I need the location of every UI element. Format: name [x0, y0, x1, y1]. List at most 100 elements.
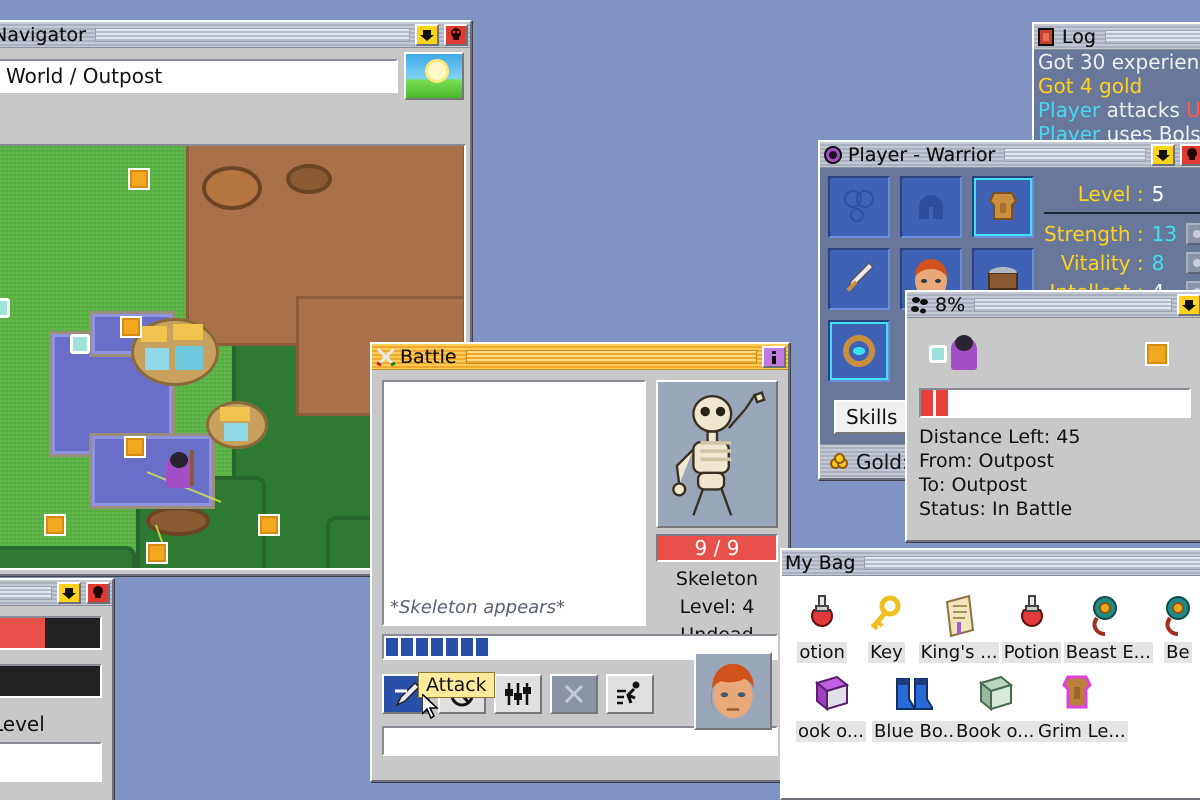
gold-label: Gold: [856, 449, 909, 474]
travel-titlebar[interactable]: 8% [907, 292, 1200, 318]
avatar-icon [823, 145, 843, 165]
helmet-slot[interactable] [900, 176, 962, 238]
map-village[interactable] [206, 401, 268, 449]
close-icon[interactable] [444, 23, 468, 46]
log-title: Log [1062, 25, 1096, 48]
travel-progress-bar [919, 388, 1191, 418]
map-coin-marker[interactable] [120, 316, 142, 338]
bag-item[interactable]: Key [854, 584, 918, 663]
minimize-icon[interactable] [415, 23, 439, 46]
ring-slot[interactable] [828, 320, 890, 382]
bag-item[interactable]: Potion [999, 584, 1063, 663]
map-stump [146, 506, 210, 536]
experience-bar [0, 664, 102, 698]
stats-input[interactable] [0, 742, 102, 782]
level-label: Level : [1077, 182, 1144, 206]
map-gem-marker[interactable] [70, 334, 90, 354]
increase-stat-button[interactable] [1185, 223, 1200, 245]
titlebar-filler [0, 585, 52, 600]
bag-item[interactable]: ook o... [790, 663, 872, 742]
village-roof [141, 326, 167, 342]
flee-button[interactable] [606, 674, 654, 714]
map-stump [286, 164, 332, 194]
close-icon[interactable] [1180, 143, 1200, 166]
travel-info-list: Distance Left: 45 From: Outpost To: Outpos… [919, 426, 1191, 520]
log-line: Got 4 gold [1034, 74, 1200, 98]
map-gem-marker[interactable] [0, 298, 10, 318]
map-coin-marker[interactable] [128, 168, 150, 190]
turn-segment [446, 638, 458, 656]
minimize-icon[interactable] [1151, 143, 1175, 166]
map-coin-marker[interactable] [44, 514, 66, 536]
avatar-staff [190, 450, 194, 486]
bag-item[interactable]: Blue Bo... [872, 663, 962, 742]
leather-armor-icon [1036, 663, 1118, 721]
map-coin-marker[interactable] [124, 436, 146, 458]
titlebar-filler [1004, 147, 1146, 162]
log-segment: Got 4 gold [1038, 74, 1143, 98]
blue-boots-icon [872, 663, 954, 721]
log-titlebar[interactable]: Log [1034, 24, 1200, 50]
enemy-sprite[interactable] [656, 380, 778, 528]
enemy-hp-bar: 9 / 9 [656, 534, 778, 562]
armor-slot[interactable] [972, 176, 1034, 238]
stats-titlebar[interactable] [0, 580, 112, 606]
potion-icon [999, 584, 1063, 642]
weapon-slot[interactable] [828, 248, 890, 310]
map-water [92, 436, 212, 506]
player-avatar-map[interactable] [166, 450, 194, 488]
minimize-icon[interactable] [1177, 293, 1200, 316]
titlebar-filler [1104, 29, 1200, 44]
daytime-preview-icon[interactable] [404, 52, 464, 100]
bag-item[interactable]: Grim Le... [1036, 663, 1128, 742]
mouse-cursor [422, 694, 439, 720]
bag-titlebar[interactable]: My Bag [782, 550, 1200, 576]
log-window: Log Got 30 experienceGot 4 goldPlayer at… [1032, 22, 1200, 146]
bag-row: ook o... Blue Bo... Book o... Grim Le... [790, 663, 1200, 742]
battle-titlebar[interactable]: Battle [372, 344, 788, 370]
minimize-icon[interactable] [57, 581, 81, 604]
log-segment: Got 30 experience [1038, 50, 1200, 74]
bag-item[interactable]: Book o... [954, 663, 1037, 742]
bag-item-label: Beast E... [1063, 642, 1153, 663]
address-input[interactable]: World / Outpost [0, 59, 398, 93]
gold-icon [830, 452, 850, 471]
map-forest [0, 546, 136, 568]
turn-segment [401, 638, 413, 656]
item-button[interactable] [494, 674, 542, 714]
enemy-panel: 9 / 9 Skeleton Level: 4 Undead [656, 380, 778, 646]
travel-title: 8% [935, 293, 966, 316]
purple-book-icon [790, 663, 872, 721]
turn-segment [416, 638, 428, 656]
stat-label: Vitality : [1060, 251, 1144, 275]
village-wall [175, 346, 203, 370]
travel-route-row [919, 328, 1191, 380]
travel-info-line: Distance Left: 45 [919, 426, 1081, 448]
bag-item[interactable]: Beast E... [1063, 584, 1153, 663]
player-portrait[interactable] [694, 652, 772, 730]
bag-item[interactable]: otion [790, 584, 854, 663]
player-titlebar[interactable]: Player - Warrior [820, 142, 1200, 168]
avatar-head [955, 335, 973, 351]
navigator-titlebar[interactable]: Navigator [0, 22, 470, 48]
player-stats-window: ext Level [0, 578, 114, 800]
map-coin-marker[interactable] [146, 542, 168, 564]
potion-icon [790, 584, 854, 642]
close-icon[interactable] [86, 581, 110, 604]
map-stump [202, 166, 262, 210]
bag-item[interactable]: King's ... [918, 584, 1000, 663]
info-icon[interactable] [762, 345, 786, 368]
battle-title: Battle [400, 345, 457, 368]
bag-body: otion Key King's ... Potion Beast E... Be ook… [782, 576, 1200, 798]
necklace-slot[interactable] [828, 176, 890, 238]
map-coin-marker[interactable] [258, 514, 280, 536]
travel-window: 8% Distance Left: 45 From: Outpost To: Out… [905, 290, 1200, 542]
bag-item-label: Potion [1001, 642, 1062, 663]
amulet-icon [1146, 584, 1200, 642]
gem-marker-icon [929, 345, 947, 363]
battle-main-area: *Skeleton appears* 9 / 9 Skeleton Level:… [382, 380, 778, 646]
amulet-icon [1064, 584, 1146, 642]
map-village[interactable] [131, 318, 219, 386]
bag-item[interactable]: Be [1146, 584, 1200, 663]
increase-stat-button[interactable] [1185, 252, 1200, 274]
